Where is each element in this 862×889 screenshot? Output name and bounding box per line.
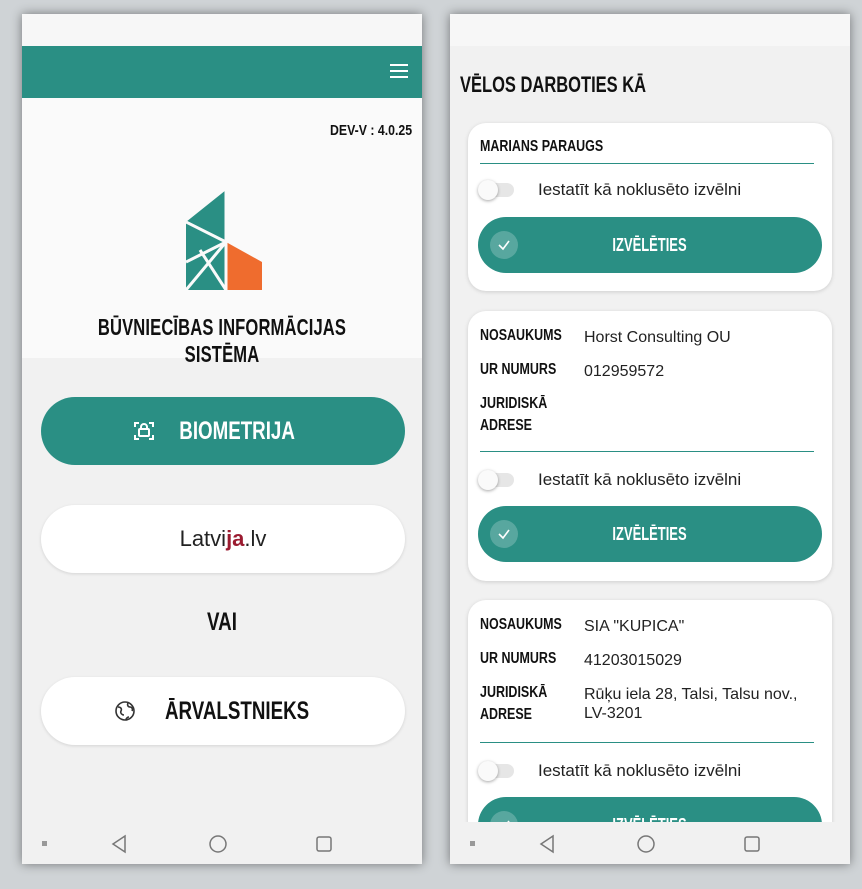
system-title: BŪVNIECĪBAS INFORMĀCIJAS SISTĒMA [97, 314, 347, 367]
role-selection-screen: VĒLOS DARBOTIES KĀ MARIANS PARAUGS Iesta… [450, 14, 850, 864]
back-triangle-icon[interactable] [110, 834, 128, 854]
foreigner-button[interactable]: ĀRVALSTNIEKS [41, 677, 405, 745]
reg-number-value: 012959572 [584, 363, 665, 380]
recent-square-icon[interactable] [314, 834, 334, 854]
system-nav-bar [450, 822, 850, 864]
version-label: DEV-V : 4.0.25 [329, 122, 412, 139]
system-nav-bar [22, 822, 422, 864]
default-toggle[interactable] [478, 470, 514, 490]
default-toggle[interactable] [478, 180, 514, 200]
default-toggle-label: Iestatīt kā noklusēto izvēlni [538, 761, 742, 780]
or-label: VAI [207, 608, 237, 636]
default-toggle-label: Iestatīt kā noklusēto izvēlni [538, 180, 742, 199]
role-list: VĒLOS DARBOTIES KĀ MARIANS PARAUGS Iesta… [450, 46, 850, 853]
reg-number-value: 41203015029 [584, 652, 682, 669]
foreigner-label: ĀRVALSTNIEKS [164, 696, 310, 725]
card-divider [480, 163, 814, 164]
face-scan-icon [132, 419, 156, 443]
default-toggle-label: Iestatīt kā noklusēto izvēlni [538, 470, 742, 489]
company-name-value: SIA "KUPICA" [584, 618, 685, 635]
legal-address-label: JURIDISKĀ ADRESE [480, 684, 548, 723]
choose-label: IZVĒLĒTIES [612, 523, 688, 544]
nav-dot [42, 841, 47, 846]
card-divider [480, 742, 814, 743]
legal-address-label: JURIDISKĀ ADRESE [480, 395, 548, 434]
default-toggle[interactable] [478, 761, 514, 781]
home-circle-icon[interactable] [208, 834, 228, 854]
status-bar [22, 14, 422, 46]
recent-square-icon[interactable] [742, 834, 762, 854]
nav-dot [470, 841, 475, 846]
company-name-value: Horst Consulting OU [584, 329, 731, 346]
header-area: DEV-V : 4.0.25 BŪVNIECĪBAS INFORMĀCIJAS … [22, 98, 422, 367]
reg-number-label: UR NUMURS [480, 361, 557, 378]
biometry-button[interactable]: BIOMETRIJA [41, 397, 405, 465]
home-circle-icon[interactable] [636, 834, 656, 854]
role-card: NOSAUKUMS Horst Consulting OU UR NUMURS … [468, 311, 832, 581]
back-triangle-icon[interactable] [538, 834, 556, 854]
globe-icon [113, 699, 137, 723]
hamburger-icon[interactable] [390, 64, 408, 78]
legal-address-value: Rūķu iela 28, Talsi, Talsu nov., LV-3201 [584, 686, 798, 722]
choose-label: IZVĒLĒTIES [612, 234, 688, 255]
reg-number-label: UR NUMURS [480, 650, 557, 667]
page-title: VĒLOS DARBOTIES KĀ [460, 72, 647, 97]
card-divider [480, 451, 814, 452]
role-card: NOSAUKUMS SIA "KUPICA" UR NUMURS 4120301… [468, 600, 832, 853]
company-name-label: NOSAUKUMS [480, 327, 562, 344]
app-bar [22, 46, 422, 98]
bis-logo [186, 190, 262, 290]
latvija-lv-button[interactable]: Latvija.lv [41, 505, 405, 573]
login-screen: DEV-V : 4.0.25 BŪVNIECĪBAS INFORMĀCIJAS … [22, 14, 422, 864]
latvija-lv-logo: Latvija.lv [179, 526, 267, 551]
choose-button[interactable]: IZVĒLĒTIES [478, 506, 822, 562]
company-name-label: NOSAUKUMS [480, 616, 562, 633]
choose-button[interactable]: IZVĒLĒTIES [478, 217, 822, 273]
person-name: MARIANS PARAUGS [480, 138, 604, 155]
biometry-label: BIOMETRIJA [179, 416, 295, 445]
status-bar [450, 14, 850, 46]
role-card: MARIANS PARAUGS Iestatīt kā noklusēto iz… [468, 123, 832, 291]
